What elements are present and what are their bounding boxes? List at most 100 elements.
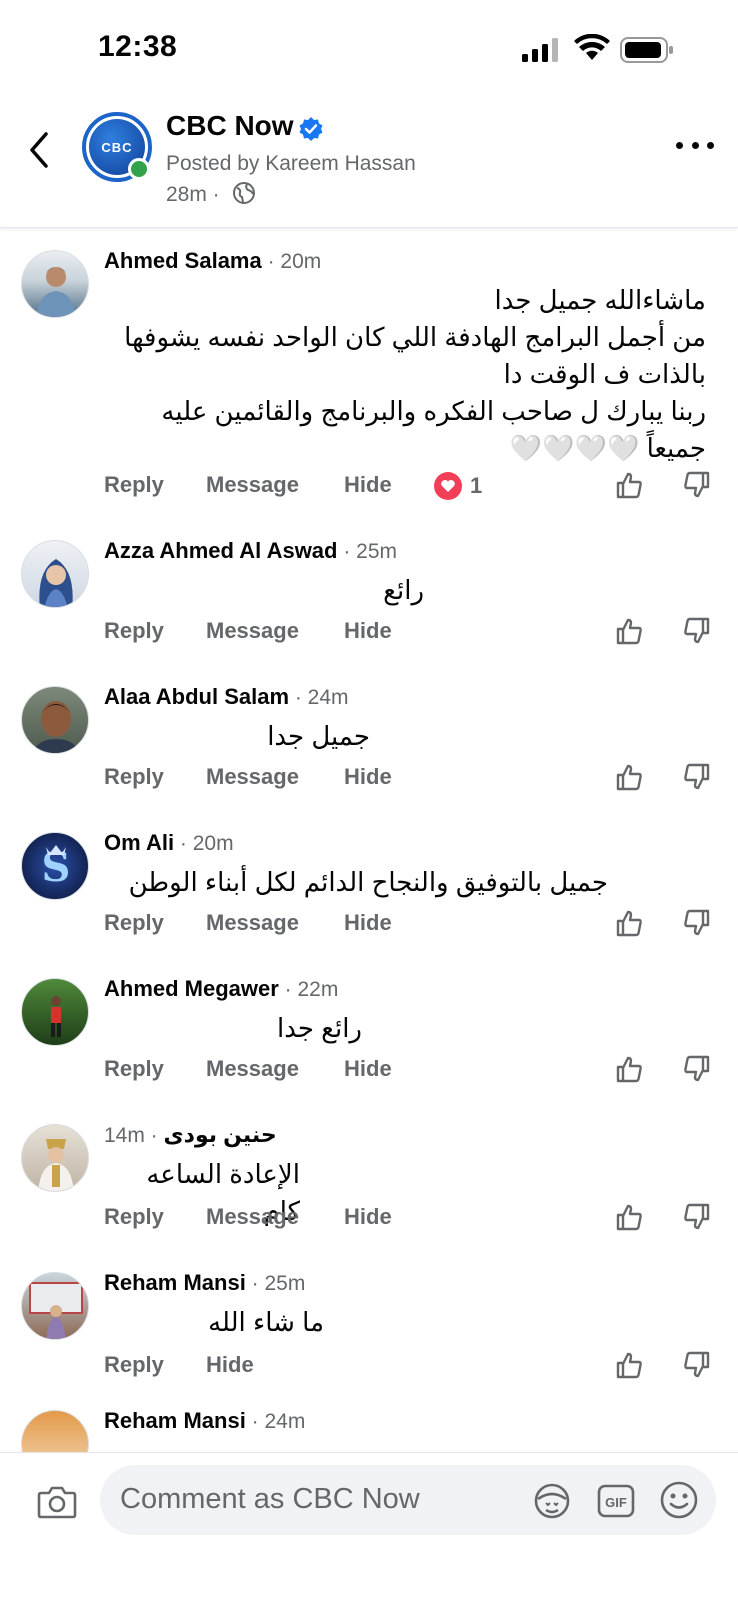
comment-text: ماشاءالله جميل جدا من أجمل البرامج الهاد… <box>104 282 706 467</box>
message-button[interactable]: Message <box>206 910 299 936</box>
globe-icon <box>233 182 255 204</box>
avatar[interactable] <box>21 686 89 754</box>
reply-button[interactable]: Reply <box>104 1204 164 1230</box>
comment-text: ما شاء الله <box>208 1307 324 1337</box>
comment-time: · 25m <box>245 1272 306 1295</box>
comment-item: Alaa Abdul Salam · 24m جميل جدا Reply Me… <box>0 666 738 812</box>
dislike-icon[interactable] <box>682 1054 712 1084</box>
hide-button[interactable]: Hide <box>344 1056 392 1082</box>
comment-item: S Om Ali · 20m جميل بالتوفيق والنجاح الد… <box>0 812 738 958</box>
avatar[interactable] <box>21 1124 89 1192</box>
comments-list[interactable]: Ahmed Salama · 20m ماشاءالله جميل جدا من… <box>0 230 738 1452</box>
avatar-photo <box>36 267 76 317</box>
message-button[interactable]: Message <box>206 472 299 498</box>
cellular-signal-icon <box>522 38 558 62</box>
reply-button[interactable]: Reply <box>104 1352 164 1378</box>
avatar-photo: S <box>42 844 71 891</box>
gif-icon[interactable]: GIF <box>596 1481 636 1521</box>
like-icon[interactable] <box>614 908 644 938</box>
comment-actions: Reply Message Hide <box>104 1054 714 1088</box>
hide-button[interactable]: Hide <box>344 764 392 790</box>
reply-button[interactable]: Reply <box>104 472 164 498</box>
back-arrow-icon[interactable] <box>24 128 58 172</box>
avatar-sticker-icon[interactable] <box>532 1481 572 1521</box>
hide-button[interactable]: Hide <box>344 472 392 498</box>
reply-button[interactable]: Reply <box>104 764 164 790</box>
comment-item: 14m · حنين بودى الإعادة الساعه كام Reply… <box>0 1104 738 1252</box>
reaction-summary[interactable]: 1 <box>434 472 482 500</box>
hide-button[interactable]: Hide <box>206 1352 254 1378</box>
avatar[interactable] <box>21 1272 89 1340</box>
comment-author[interactable]: Om Ali · 20m <box>104 830 234 856</box>
comment-actions: Reply Message Hide <box>104 908 714 942</box>
comment-author[interactable]: Reham Mansi · 25m <box>104 1270 305 1296</box>
dot-icon <box>676 141 683 149</box>
like-icon[interactable] <box>614 762 644 792</box>
comment-author[interactable]: Alaa Abdul Salam · 24m <box>104 684 349 710</box>
comment-author[interactable]: Azza Ahmed Al Aswad · 25m <box>104 538 397 564</box>
battery-icon <box>620 37 673 63</box>
dislike-icon[interactable] <box>682 1202 712 1232</box>
hide-button[interactable]: Hide <box>344 1204 392 1230</box>
post-header: CBC CBC Now Posted by Kareem Hassan 28m … <box>0 100 738 228</box>
page-name[interactable]: CBC Now <box>166 110 294 142</box>
dislike-icon[interactable] <box>682 470 712 500</box>
comment-author[interactable]: Ahmed Megawer · 22m <box>104 976 338 1002</box>
comment-author[interactable]: Reham Mansi · 24m <box>104 1408 305 1434</box>
comment-text: جميل جدا <box>267 721 370 751</box>
like-icon[interactable] <box>614 1202 644 1232</box>
comment-time: · 24m <box>245 1410 306 1433</box>
status-bar: 12:38 <box>0 0 738 100</box>
avatar-photo <box>32 701 80 753</box>
comment-actions: Reply Message Hide <box>104 762 714 796</box>
message-button[interactable]: Message <box>206 618 299 644</box>
wifi-icon <box>574 34 610 60</box>
like-icon[interactable] <box>614 616 644 646</box>
more-options-button[interactable] <box>676 138 714 152</box>
comment-text: رائع <box>383 575 424 605</box>
avatar[interactable]: S <box>21 832 89 900</box>
comment-author[interactable]: 14m · حنين بودى <box>104 1122 277 1148</box>
comment-line: جميعاً 🤍🤍🤍🤍 <box>509 433 706 463</box>
reply-button[interactable]: Reply <box>104 618 164 644</box>
dot-icon <box>707 141 714 149</box>
comment-item: Reham Mansi · 25m ما شاء الله Reply Hide <box>0 1252 738 1400</box>
dislike-icon[interactable] <box>682 908 712 938</box>
avatar[interactable] <box>21 1410 89 1452</box>
emoji-icon[interactable] <box>658 1479 700 1521</box>
like-icon[interactable] <box>614 1054 644 1084</box>
message-button[interactable]: Message <box>206 764 299 790</box>
reply-button[interactable]: Reply <box>104 1056 164 1082</box>
comment-time: 14m · <box>104 1124 164 1147</box>
avatar-photo <box>38 1139 74 1191</box>
comment-item: Reham Mansi · 24m <box>0 1400 738 1452</box>
avatar-photo <box>39 559 73 607</box>
dislike-icon[interactable] <box>682 1350 712 1380</box>
comment-time: · 22m <box>278 978 339 1001</box>
like-icon[interactable] <box>614 1350 644 1380</box>
dislike-icon[interactable] <box>682 616 712 646</box>
comment-placeholder: Comment as CBC Now <box>120 1483 420 1515</box>
avatar[interactable] <box>21 250 89 318</box>
camera-icon[interactable] <box>36 1481 78 1523</box>
comment-time: · 25m <box>337 540 397 563</box>
message-button[interactable]: Message <box>206 1056 299 1082</box>
comment-time: · 20m <box>261 250 322 273</box>
avatar[interactable] <box>21 978 89 1046</box>
comment-actions: Reply Message Hide <box>104 616 714 650</box>
avatar[interactable] <box>21 540 89 608</box>
verified-badge-icon <box>299 117 323 141</box>
online-status-dot <box>128 158 150 180</box>
hide-button[interactable]: Hide <box>344 910 392 936</box>
like-icon[interactable] <box>614 470 644 500</box>
hide-button[interactable]: Hide <box>344 618 392 644</box>
dislike-icon[interactable] <box>682 762 712 792</box>
comment-composer: Comment as CBC Now GIF <box>0 1452 738 1600</box>
reply-button[interactable]: Reply <box>104 910 164 936</box>
comment-author[interactable]: Ahmed Salama · 20m <box>104 248 321 274</box>
avatar-photo <box>29 1282 83 1339</box>
message-button[interactable]: Message <box>206 1204 299 1230</box>
status-time: 12:38 <box>98 30 178 63</box>
comment-input[interactable]: Comment as CBC Now GIF <box>100 1465 716 1535</box>
comment-item: Ahmed Salama · 20m ماشاءالله جميل جدا من… <box>0 230 738 520</box>
